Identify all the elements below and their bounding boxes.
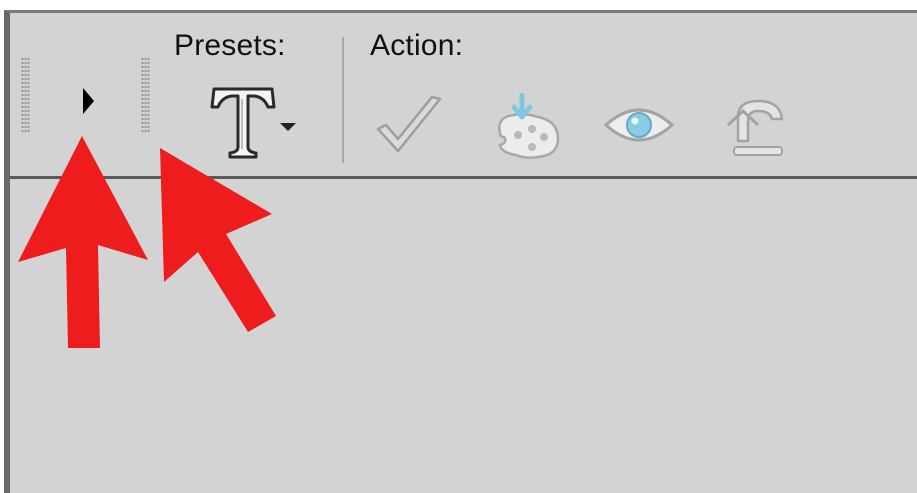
red-arrow-diagonal-icon (160, 148, 276, 332)
red-arrow-up-icon (18, 136, 148, 348)
annotation-arrows (18, 136, 276, 348)
